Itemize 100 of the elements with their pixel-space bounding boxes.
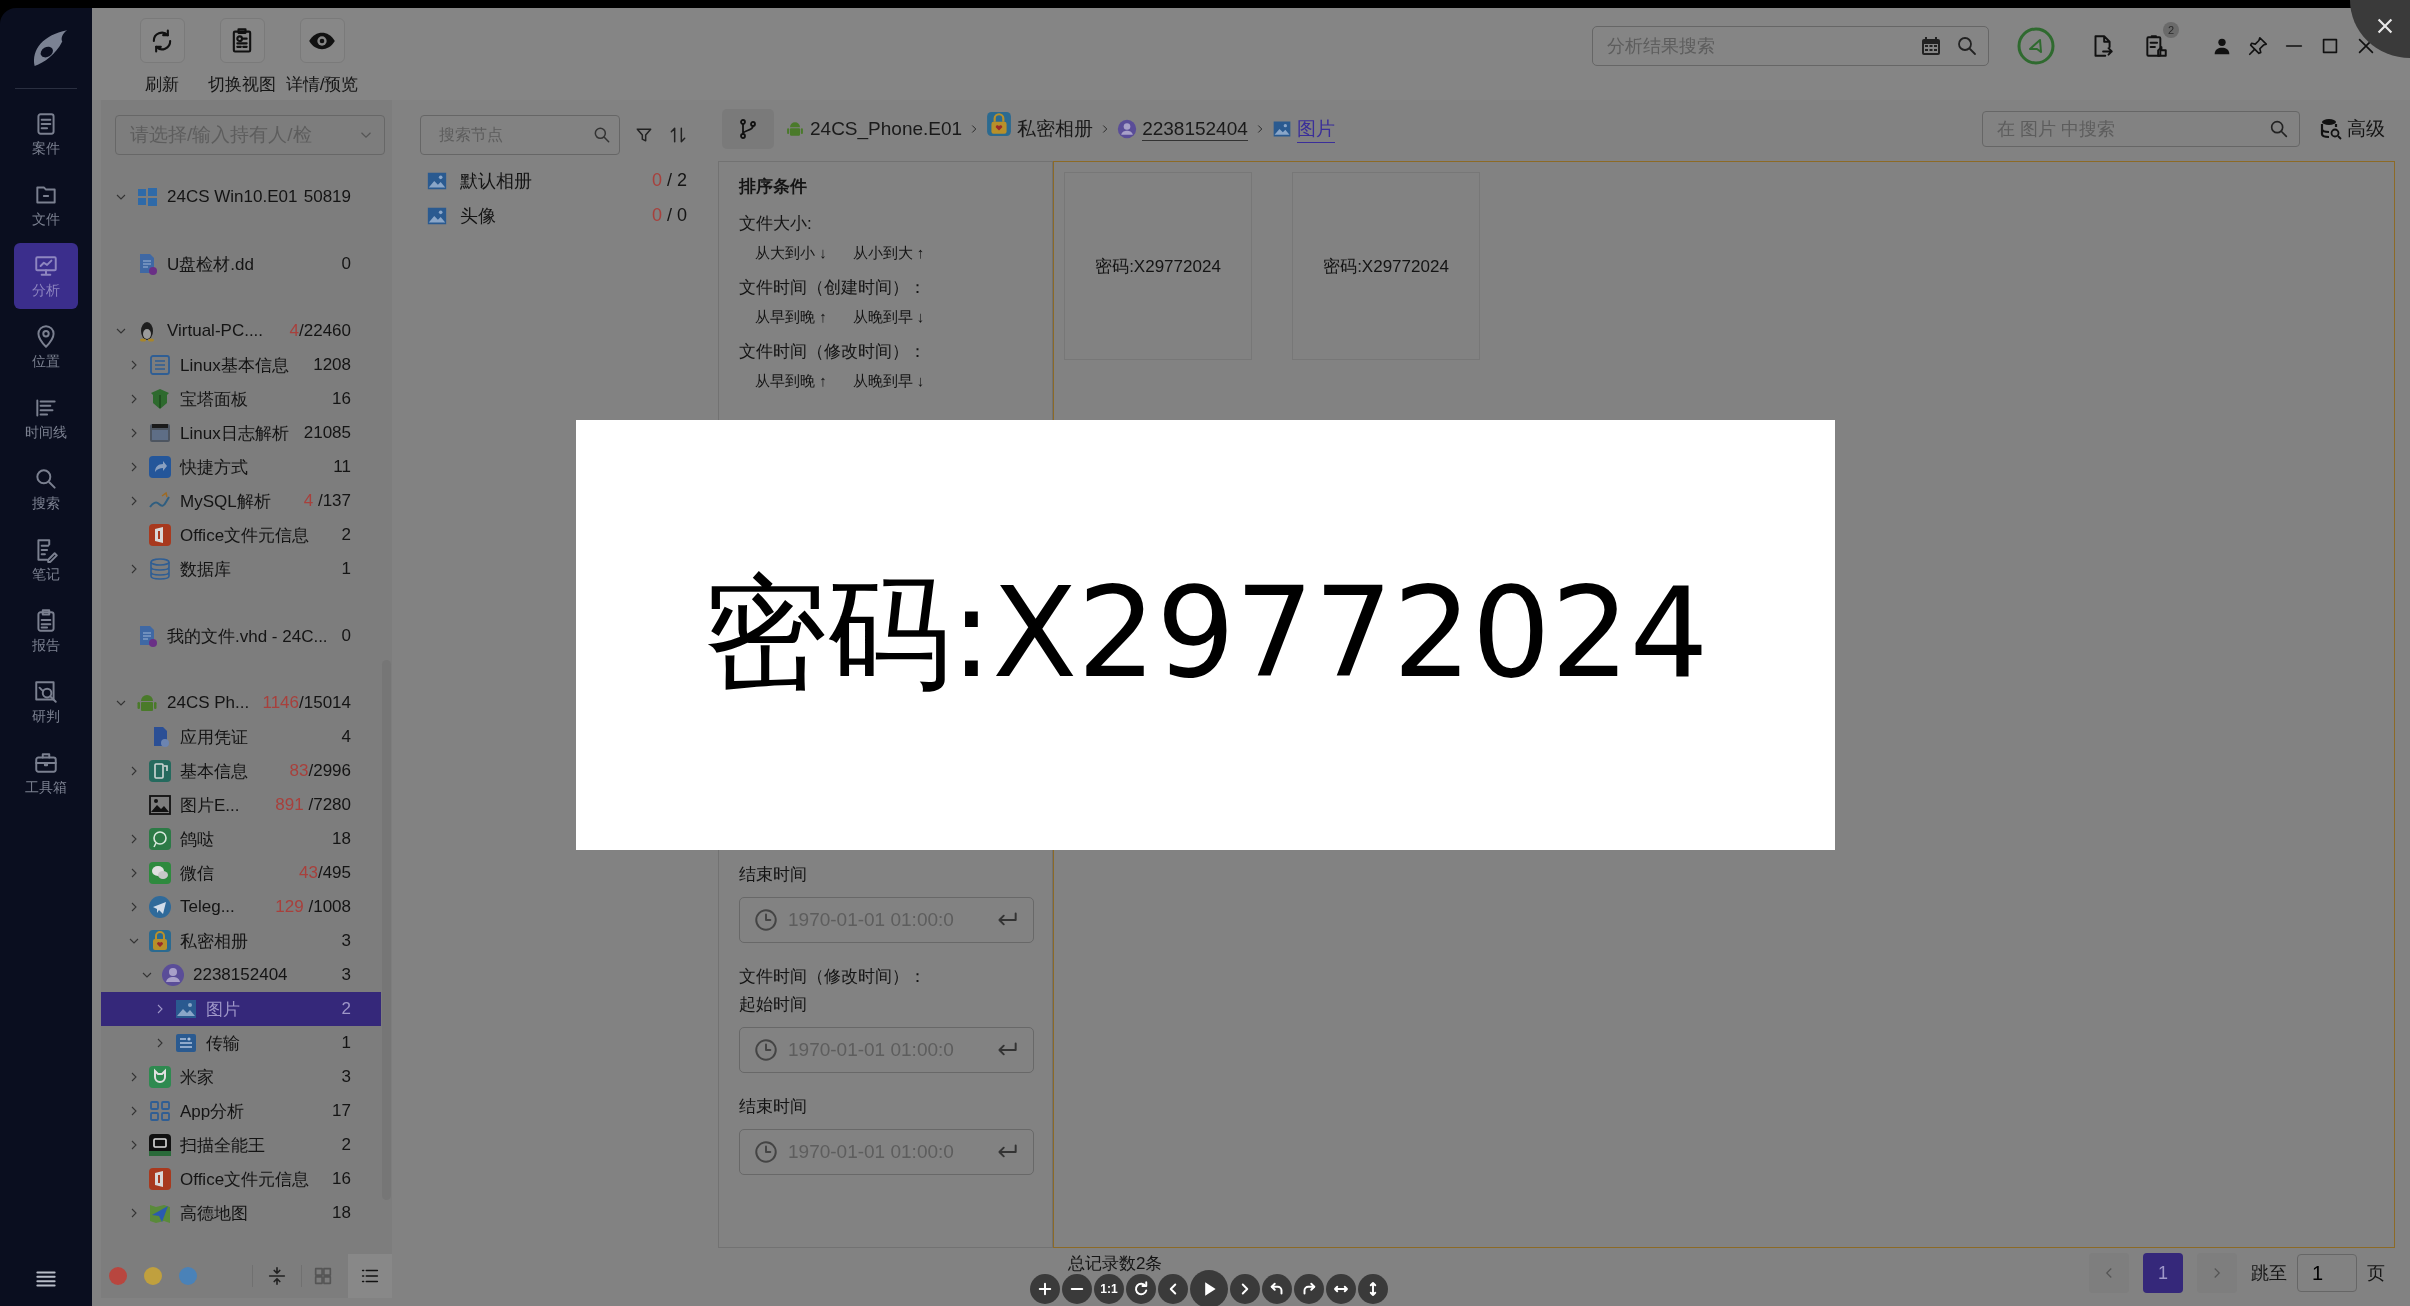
page-input[interactable]: 1 xyxy=(2297,1254,2357,1292)
tree-item[interactable]: Office文件元信息 16 xyxy=(101,1162,381,1196)
list-icon xyxy=(174,1031,198,1055)
rotate-right-icon[interactable] xyxy=(1294,1274,1324,1304)
tree-label: Linux基本信息 xyxy=(180,354,289,377)
branch-button[interactable] xyxy=(722,109,774,149)
tree-item[interactable]: 米家 3 xyxy=(101,1060,381,1094)
image-icon xyxy=(148,793,172,817)
nav-item[interactable]: 工具箱 xyxy=(14,740,78,806)
page-button[interactable]: 1 xyxy=(2143,1253,2183,1293)
tree-item[interactable]: 图片E... 891 /7280 xyxy=(101,788,381,822)
tree-item[interactable]: 基本信息 83/2996 xyxy=(101,754,381,788)
tree-item[interactable]: 扫描全能王 2 xyxy=(101,1128,381,1162)
tree-label: 应用凭证 xyxy=(180,726,248,749)
tree-item[interactable]: Teleg... 129 /1008 xyxy=(101,890,381,924)
clipboard-like-icon[interactable] xyxy=(2143,33,2169,59)
nav-item[interactable]: 研判 xyxy=(14,669,78,735)
tree-label: App分析 xyxy=(180,1100,245,1123)
tree-item[interactable]: 2238152404 3 xyxy=(101,958,381,992)
tree-item[interactable]: 鸽哒 18 xyxy=(101,822,381,856)
nav-item[interactable]: 分析 xyxy=(14,243,78,309)
item-count: 1208 xyxy=(313,355,351,374)
sort-option[interactable]: 从晚到早 ↓ xyxy=(852,308,925,327)
tree-label: 2238152404 xyxy=(193,965,288,985)
nav-item[interactable]: 文件 xyxy=(14,172,78,238)
nav-item[interactable]: 时间线 xyxy=(14,385,78,451)
flip-horizontal-icon[interactable] xyxy=(1326,1274,1356,1304)
chevron-left-icon[interactable] xyxy=(1158,1274,1188,1304)
toolbar-button[interactable] xyxy=(139,18,185,63)
tree-item[interactable]: App分析 17 xyxy=(101,1094,381,1128)
item-count: 1 xyxy=(341,1033,351,1052)
rotate-left-icon[interactable] xyxy=(1262,1274,1292,1304)
breadcrumb-link[interactable]: 图片 xyxy=(1296,115,1335,143)
zoom-out-icon[interactable] xyxy=(1062,1274,1092,1304)
tag-dot[interactable] xyxy=(109,1267,127,1285)
phone-icon xyxy=(148,759,172,783)
play-icon[interactable] xyxy=(1190,1270,1228,1306)
chat-bubbles-icon xyxy=(148,861,172,885)
tag-dot[interactable] xyxy=(179,1267,197,1285)
sort-option[interactable]: 从早到晚 ↑ xyxy=(755,308,827,327)
collapse-icon[interactable] xyxy=(266,1265,288,1287)
flip-vertical-icon[interactable] xyxy=(1358,1274,1388,1304)
breadcrumb-link[interactable]: 24CS_Phone.E01 xyxy=(810,118,963,140)
filter-icon[interactable] xyxy=(634,125,654,145)
nav-item[interactable]: 搜索 xyxy=(14,456,78,522)
tree-item[interactable]: 传输 1 xyxy=(101,1026,381,1060)
toolbar-button[interactable] xyxy=(219,18,265,63)
tree-item[interactable]: 24CS Ph... 1146/15014 xyxy=(101,686,381,720)
zoom-in-icon[interactable] xyxy=(1030,1274,1060,1304)
tree-item[interactable]: 我的文件.vhd - 24C... 0 xyxy=(101,619,381,653)
view-toggle[interactable] xyxy=(348,1254,392,1298)
tree-item[interactable]: U盘检材.dd 0 xyxy=(101,247,381,281)
album-item[interactable]: 头像 0 / 0 xyxy=(420,198,707,233)
breadcrumb-link[interactable]: 2238152404 xyxy=(1142,117,1248,141)
hit-count: 891 xyxy=(275,795,304,814)
reset-icon[interactable] xyxy=(1126,1274,1156,1304)
sort-option[interactable]: 从小到大 ↑ xyxy=(852,244,925,263)
tree-item[interactable]: 私密相册 3 xyxy=(101,924,381,958)
tree-item[interactable]: 24CS Win10.E01 50819 xyxy=(101,180,381,214)
nav-item[interactable]: 报告 xyxy=(14,598,78,664)
tree-item[interactable]: MySQL解析 4 /137 xyxy=(101,484,381,518)
nav-item[interactable]: 笔记 xyxy=(14,527,78,593)
tree-item[interactable]: Linux日志解析 21085 xyxy=(101,416,381,450)
thumbnail[interactable]: 密码:X29772024 xyxy=(1064,172,1252,360)
thumbnail[interactable]: 密码:X29772024 xyxy=(1292,172,1480,360)
tree-item[interactable]: Virtual-PC.... 4/22460 xyxy=(101,314,381,348)
album-item[interactable]: 默认相册 0 / 2 xyxy=(420,163,707,198)
nav-item[interactable]: 案件 xyxy=(14,101,78,167)
tree-item[interactable]: Linux基本信息 1208 xyxy=(101,348,381,382)
tree-item[interactable]: 图片 2 xyxy=(101,992,381,1026)
tree-item[interactable]: 应用凭证 4 xyxy=(101,720,381,754)
tree-label: 高德地图 xyxy=(180,1202,248,1225)
scrollbar[interactable] xyxy=(382,660,391,1200)
item-count: 18 xyxy=(332,829,351,848)
tag-dot[interactable] xyxy=(144,1267,162,1285)
advanced-search-button[interactable]: 高级 xyxy=(2319,116,2385,142)
sort-option[interactable]: 从晚到早 ↓ xyxy=(852,372,925,391)
nav-item[interactable]: 位置 xyxy=(14,314,78,380)
tree-item[interactable]: 高德地图 18 xyxy=(101,1196,381,1230)
tree-item[interactable]: 微信 43/495 xyxy=(101,856,381,890)
chevron-right-icon[interactable] xyxy=(1230,1274,1260,1304)
tree-label: 基本信息 xyxy=(180,760,248,783)
breadcrumb-link[interactable]: 私密相册 xyxy=(1017,116,1094,142)
image-search-icon xyxy=(33,678,59,705)
item-count: 2 xyxy=(341,1135,351,1154)
sort-icon[interactable] xyxy=(668,125,688,145)
tree-item[interactable]: 宝塔面板 16 xyxy=(101,382,381,416)
tree-label: Virtual-PC.... xyxy=(167,321,264,341)
pin-icon[interactable] xyxy=(2247,35,2269,57)
item-count: 16 xyxy=(332,1169,351,1188)
tree-item[interactable]: Office文件元信息 2 xyxy=(101,518,381,552)
log-icon xyxy=(148,421,172,445)
tree-item[interactable]: 数据库 1 xyxy=(101,552,381,586)
total-count: /137 xyxy=(316,491,351,510)
sort-option[interactable]: 从大到小 ↓ xyxy=(755,244,827,263)
item-count: 3 xyxy=(341,965,351,984)
tree-label: 鸽哒 xyxy=(180,828,214,851)
sort-option[interactable]: 从早到晚 ↑ xyxy=(755,372,827,391)
toolbar-button[interactable] xyxy=(299,18,345,63)
tree-item[interactable]: 快捷方式 11 xyxy=(101,450,381,484)
